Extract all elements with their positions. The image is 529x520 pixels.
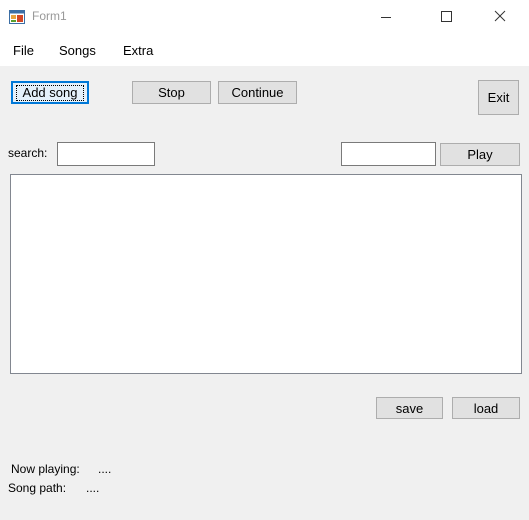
menu-songs[interactable]: Songs	[59, 43, 96, 58]
play-button[interactable]: Play	[440, 143, 520, 166]
add-song-button[interactable]: Add song	[11, 81, 89, 104]
exit-button-label: Exit	[487, 90, 510, 105]
now-playing-value: ....	[98, 462, 112, 476]
now-playing-label: Now playing:	[11, 462, 80, 476]
play-button-label: Play	[467, 147, 493, 162]
song-path-value: ....	[86, 481, 100, 495]
search-label: search:	[8, 146, 48, 160]
load-button-label: load	[473, 400, 499, 416]
continue-button-label: Continue	[231, 85, 284, 100]
menu-file[interactable]: File	[13, 43, 34, 58]
continue-button[interactable]: Continue	[218, 81, 297, 104]
exit-button[interactable]: Exit	[478, 80, 519, 115]
stop-button-label: Stop	[158, 85, 185, 100]
play-input[interactable]	[341, 142, 436, 166]
maximize-icon[interactable]	[423, 0, 469, 34]
save-button-label: save	[395, 400, 424, 416]
add-song-button-label: Add song	[15, 84, 85, 101]
close-icon[interactable]	[477, 0, 523, 34]
title-bar: Form1	[0, 0, 529, 34]
windows-form-icon	[9, 10, 25, 24]
menu-bar: File Songs Extra	[0, 34, 529, 66]
song-path-label: Song path:	[8, 481, 67, 495]
save-button[interactable]: save	[376, 397, 443, 419]
search-input[interactable]	[57, 142, 155, 166]
menu-extra[interactable]: Extra	[123, 43, 153, 58]
window-title: Form1	[32, 9, 67, 23]
stop-button[interactable]: Stop	[132, 81, 211, 104]
minimize-icon[interactable]	[363, 0, 409, 34]
load-button[interactable]: load	[452, 397, 520, 419]
song-listbox[interactable]	[10, 174, 522, 374]
